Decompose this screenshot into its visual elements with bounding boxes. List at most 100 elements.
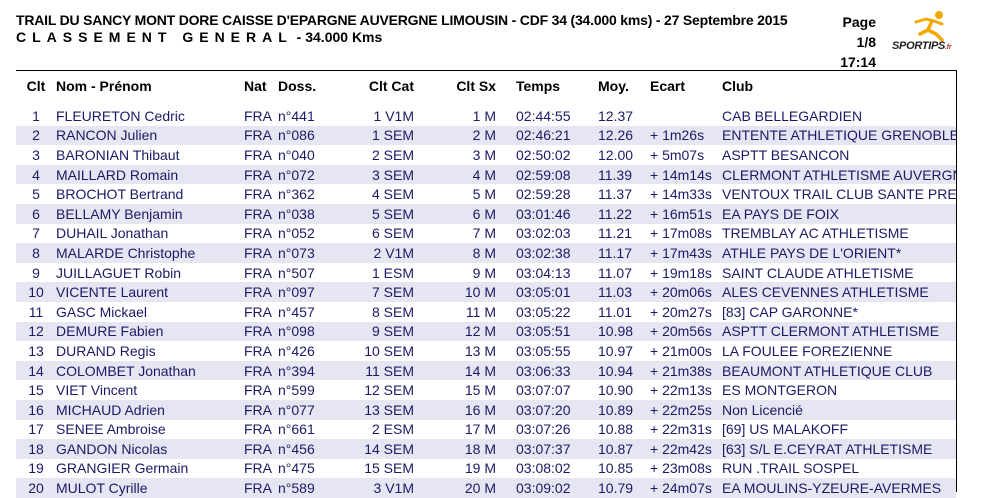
cell-gap: + 22m25s [650,399,722,420]
cell-clt-cat: 1 V1M [373,107,414,124]
cell-gap: + 1m26s [650,125,722,146]
cell-clt-sx: 13 M [464,342,496,359]
cell-clt-cat: 12 SEM [364,382,414,399]
cell-clt-cat: 4 SEM [371,186,414,203]
cell-nat: FRA [244,164,278,185]
cell-name: GANDON Nicolas [56,439,244,459]
cell-clt-sx: 10 M [414,282,496,302]
cell-club: ENTENTE ATHLETIQUE GRENOBLE 38 [722,125,956,146]
cell-nat: FRA [244,282,278,302]
right-border [956,70,957,492]
cell-club: CAB BELLEGARDIEN [722,107,863,124]
cell-clt-cat: 9 SEM [342,321,414,342]
cell-time: 03:05:01 [496,282,598,302]
cell-time: 02:46:21 [496,125,598,146]
cell-gap: + 23m08s [650,460,712,477]
cell-name: GRANGIER Germain [56,460,189,477]
table-row: 8 MALARDE Christophe FRA n°073 2 V1M 8 M 03:02… [16,243,956,263]
cell-speed: 10.90 [598,382,634,399]
cell-clt-cat: 2 V1M [342,243,414,263]
cell-clt-sx: 14 M [414,360,496,381]
cell-club: EA MOULINS-YZEURE-AVERMES [722,478,956,498]
cell-nat: FRA [244,439,278,459]
cell-gap: + 22m31s [650,421,712,438]
cell-club: LA FOULEE FOREZIENNE [722,342,893,359]
page-info: Page 1/8 17:14 [820,12,876,72]
sportips-logo: SPORTIPS.fr [890,10,960,58]
cell-clt-cat: 14 SEM [342,439,414,459]
cell-club: BEAUMONT ATHLETIQUE CLUB [722,360,956,381]
cell-bib: n°052 [278,225,315,242]
cell-gap: + 5m07s [650,146,705,163]
cell-speed: 10.94 [598,360,650,381]
col-clt-sx: Clt Sx [456,78,496,94]
cell-speed: 10.89 [598,399,650,420]
cell-name: DURAND Regis [56,342,156,359]
col-nom: Nom - Prénom [56,78,152,94]
cell-bib: n°441 [278,107,315,124]
cell-clt-cat: 8 SEM [371,303,414,320]
cell-clt-sx: 3 M [472,146,496,163]
cell-clt-sx: 17 M [464,421,496,438]
cell-clt-sx: 11 M [465,303,496,320]
cell-club: ASPTT CLERMONT ATHLETISME [722,321,956,342]
cell-name: DUHAIL Jonathan [56,225,169,242]
cell-clt-cat: 3 SEM [342,164,414,185]
cell-clt: 4 [16,164,56,185]
cell-clt-cat: 1 SEM [342,125,414,146]
cell-clt: 9 [32,264,40,281]
race-title: TRAIL DU SANCY MONT DORE CAISSE D'EPARGN… [16,12,788,28]
cell-bib: n°077 [278,399,342,420]
cell-time: 03:07:37 [496,439,598,459]
cell-clt-cat: 15 SEM [364,460,414,477]
cell-time: 03:01:46 [496,203,598,224]
cell-bib: n°097 [278,282,342,302]
cell-club: [63] S/L E.CEYRAT ATHLETISME [722,439,956,459]
cell-gap: + 17m43s [650,243,722,263]
cell-club: ASPTT BESANCON [722,146,850,163]
cell-clt: 19 [28,460,44,477]
cell-clt: 17 [28,421,44,438]
cell-speed: 11.07 [598,264,632,281]
cell-nat: FRA [244,421,272,438]
table-header-row: Clt Nom - Prénom Nat Doss. Clt Cat Clt S… [16,74,956,98]
cell-clt-sx: 8 M [414,243,496,263]
cell-bib: n°456 [278,439,342,459]
cell-clt-cat: 13 SEM [342,399,414,420]
cell-bib: n°086 [278,125,342,146]
cell-gap: + 21m38s [650,360,722,381]
cell-club: ATHLE PAYS DE L'ORIENT* [722,243,956,263]
cell-name: BROCHOT Bertrand [56,186,184,203]
cell-time: 03:07:20 [496,399,598,420]
subtitle-distance: - 34.000 Kms [292,29,383,45]
cell-clt: 7 [32,225,40,242]
table-row: 11 GASC Mickael FRA n°457 8 SEM 11 M 03:05:22 1… [16,302,956,322]
cell-clt: 11 [28,303,44,320]
header-spacer [16,98,956,106]
table-row: 4 MAILLARD Romain FRA n°072 3 SEM 4 M 02:59:08… [16,164,956,185]
cell-name: JUILLAGUET Robin [56,264,182,281]
print-time: 17:14 [840,54,876,70]
document-header: TRAIL DU SANCY MONT DORE CAISSE D'EPARGN… [16,12,916,45]
cell-club: EA PAYS DE FOIX [722,203,956,224]
cell-club: RUN .TRAIL SOSPEL [722,460,860,477]
cell-bib: n°599 [278,382,315,399]
table-row: 2 RANCON Julien FRA n°086 1 SEM 2 M 02:46:21 12… [16,125,956,146]
cell-speed: 11.22 [598,203,650,224]
cell-nat: FRA [244,107,272,124]
cell-clt-cat: 6 SEM [371,225,414,242]
cell-bib: n°457 [278,303,315,320]
cell-bib: n°038 [278,203,342,224]
table-row: 14 COLOMBET Jonathan FRA n°394 11 SEM 14 M 03:… [16,360,956,381]
cell-speed: 12.37 [598,107,634,124]
table-row: 10 VICENTE Laurent FRA n°097 7 SEM 10 M 03:05:… [16,282,956,302]
cell-gap: + 24m07s [650,478,722,498]
cell-nat: FRA [244,146,272,163]
cell-speed: 10.87 [598,439,650,459]
cell-clt-sx: 6 M [414,203,496,224]
col-nat: Nat [244,78,267,94]
cell-time: 03:05:55 [516,342,571,359]
cell-club: TREMBLAY AC ATHLETISME [722,225,909,242]
cell-clt: 1 [32,107,40,124]
cell-nat: FRA [244,342,272,359]
